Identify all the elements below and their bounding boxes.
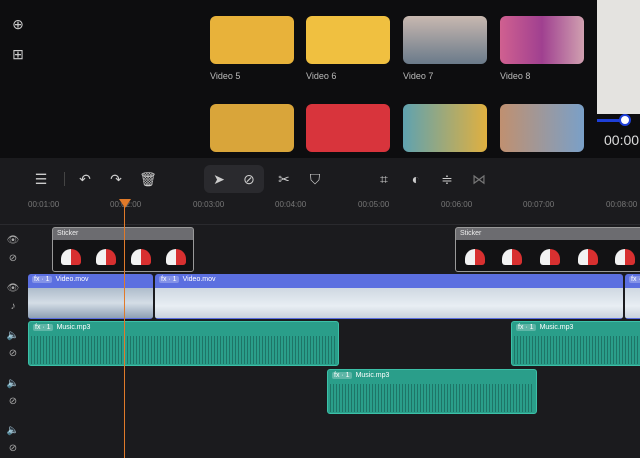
ruler-tick: 00:06:00 <box>441 200 473 209</box>
waveform <box>31 336 336 364</box>
volume-icon[interactable]: ♪ <box>6 301 20 312</box>
clip-label: Sticker <box>57 230 79 237</box>
ruler-tick: 00:04:00 <box>275 200 307 209</box>
speaker-icon[interactable]: 🔈 <box>6 330 20 341</box>
divider <box>0 224 640 225</box>
select-icon[interactable]: ➤ <box>210 170 228 188</box>
video-label: Video 6 <box>306 71 337 81</box>
link-off-icon[interactable]: ⊘ <box>6 443 20 454</box>
fx-badge: fx · 1 <box>33 324 53 331</box>
split-icon[interactable]: ✂ <box>275 170 293 188</box>
ruler-tick: 00:05:00 <box>358 200 390 209</box>
transition-icon[interactable]: ⋈ <box>470 170 488 188</box>
eye-icon[interactable]: 👁 <box>6 235 20 246</box>
clip-label: Music.mp3 <box>355 372 390 379</box>
waveform <box>514 336 640 364</box>
adjust-icon[interactable]: ≑ <box>438 170 456 188</box>
ruler-tick: 00:07:00 <box>523 200 555 209</box>
mask-icon[interactable]: ⊘ <box>240 170 258 188</box>
video-thumbnail[interactable] <box>306 16 390 64</box>
music-clip[interactable]: fx · 1 Music.mp3 <box>28 321 339 366</box>
clip-label: Music.mp3 <box>56 324 91 331</box>
link-off-icon[interactable]: ⊘ <box>6 348 20 359</box>
fx-badge: fx · 1 <box>629 276 640 283</box>
fx-badge: fx · 1 <box>516 324 536 331</box>
fx-badge: fx · 1 <box>32 276 52 283</box>
preview-canvas <box>597 0 640 114</box>
link-off-icon[interactable]: ⊘ <box>6 253 20 264</box>
video-thumbnail[interactable] <box>210 104 294 152</box>
video-thumbnail[interactable] <box>210 16 294 64</box>
clip-label: Video.mov <box>182 276 216 283</box>
ruler-tick: 00:08:00 <box>606 200 638 209</box>
speaker-icon[interactable]: 🔈 <box>6 378 20 389</box>
crop-icon[interactable]: ⌗ <box>375 170 393 188</box>
preview-time: 00:00 <box>604 132 640 148</box>
video-label: Video 7 <box>403 71 434 81</box>
playhead[interactable] <box>124 204 125 458</box>
video-thumbnail[interactable] <box>403 104 487 152</box>
video-thumbnail[interactable] <box>306 104 390 152</box>
clip-label: Video.mov <box>55 276 89 283</box>
add-element-icon[interactable]: ⊞ <box>10 46 26 62</box>
add-track-icon[interactable]: ☰ <box>32 170 50 188</box>
divider <box>64 172 65 186</box>
sticker-clip[interactable]: Sticker <box>52 227 194 272</box>
color-icon[interactable]: ◐ <box>407 170 425 188</box>
video-label: Video 8 <box>500 71 531 81</box>
fx-badge: fx · 1 <box>332 372 352 379</box>
video-thumbnail[interactable] <box>500 104 584 152</box>
playhead-handle[interactable] <box>119 199 131 208</box>
video-clip[interactable]: fx · 1 Video.mov <box>28 274 153 319</box>
preview-slider-handle[interactable] <box>619 114 631 126</box>
clip-label: Music.mp3 <box>539 324 574 331</box>
video-thumbnail[interactable] <box>500 16 584 64</box>
delete-icon[interactable]: 🗑 <box>139 170 157 188</box>
ruler-tick: 00:03:00 <box>193 200 225 209</box>
sticker-clip[interactable]: Sticker <box>455 227 640 272</box>
video-clip[interactable]: fx · 1 <box>625 274 640 319</box>
fx-badge: fx · 1 <box>159 276 179 283</box>
ruler-tick: 00:01:00 <box>28 200 60 209</box>
undo-icon[interactable]: ↶ <box>76 170 94 188</box>
video-clip[interactable]: fx · 1 Video.mov <box>155 274 623 319</box>
link-off-icon[interactable]: ⊘ <box>6 396 20 407</box>
video-label: Video 5 <box>210 71 241 81</box>
music-clip[interactable]: fx · 1 Music.mp3 <box>327 369 537 414</box>
clip-label: Sticker <box>460 230 482 237</box>
redo-icon[interactable]: ↷ <box>107 170 125 188</box>
add-media-icon[interactable]: ⊕ <box>10 16 26 32</box>
waveform <box>330 384 534 412</box>
shield-icon[interactable]: ⛉ <box>306 170 324 188</box>
eye-icon[interactable]: 👁 <box>6 283 20 294</box>
speaker-icon[interactable]: 🔈 <box>6 425 20 436</box>
music-clip[interactable]: fx · 1 Music.mp3 <box>511 321 640 366</box>
video-thumbnail[interactable] <box>403 16 487 64</box>
